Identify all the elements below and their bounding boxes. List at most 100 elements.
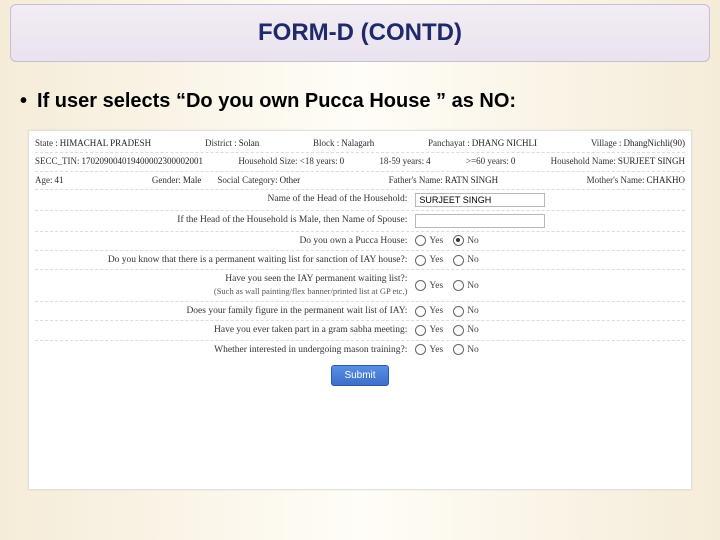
radio-icon bbox=[453, 325, 464, 336]
no-label: No bbox=[467, 280, 479, 292]
seen-no-radio[interactable]: No bbox=[453, 280, 479, 292]
village-value: DhangNichli(90) bbox=[624, 138, 685, 149]
mason-row: Whether interested in undergoing mason t… bbox=[35, 341, 685, 359]
radio-icon bbox=[415, 280, 426, 291]
panchayat-value: DHANG NICHLI bbox=[472, 138, 537, 149]
seen-yes-radio[interactable]: Yes bbox=[415, 280, 443, 292]
no-label: No bbox=[467, 344, 479, 356]
age60-cell: >=60 years:0 bbox=[466, 156, 515, 167]
social-cell: Social Category:Other bbox=[217, 175, 300, 186]
state-cell: State :HIMACHAL PRADESH bbox=[35, 138, 151, 149]
seen-label-text: Have you seen the IAY permanent waiting … bbox=[225, 274, 407, 284]
head-label: Name of the Head of the Household: bbox=[35, 193, 415, 207]
wait-no-radio[interactable]: No bbox=[453, 254, 479, 266]
form-screenshot: State :HIMACHAL PRADESH District :Solan … bbox=[28, 130, 692, 490]
pucca-row: Do you own a Pucca House: Yes No bbox=[35, 232, 685, 251]
pucca-no-radio[interactable]: No bbox=[453, 235, 479, 247]
age-label: Age: bbox=[35, 175, 53, 186]
panchayat-label: Panchayat : bbox=[428, 138, 470, 149]
pucca-yes-radio[interactable]: Yes bbox=[415, 235, 443, 247]
hhsize-value: 0 bbox=[340, 156, 345, 167]
radio-icon bbox=[415, 235, 426, 246]
submit-row: Submit bbox=[35, 359, 685, 386]
gram-label: Have you ever taken part in a gram sabha… bbox=[35, 324, 415, 336]
hhsize-cell: Household Size: <18 years:0 bbox=[238, 156, 344, 167]
age1859-value: 4 bbox=[426, 156, 431, 167]
radio-icon bbox=[453, 306, 464, 317]
no-label: No bbox=[467, 254, 479, 266]
no-label: No bbox=[467, 235, 479, 247]
yes-label: Yes bbox=[429, 235, 443, 247]
gender-label: Gender: bbox=[152, 175, 181, 186]
bullet-text: If user selects “Do you own Pucca House … bbox=[37, 90, 516, 112]
no-label: No bbox=[467, 324, 479, 336]
gram-no-radio[interactable]: No bbox=[453, 324, 479, 336]
mason-no-radio[interactable]: No bbox=[453, 344, 479, 356]
seen-sublabel: (Such as wall painting/flex banner/print… bbox=[214, 286, 407, 296]
head-row: Name of the Head of the Household: bbox=[35, 190, 685, 211]
no-label: No bbox=[467, 305, 479, 317]
figure-yes-radio[interactable]: Yes bbox=[415, 305, 443, 317]
mother-cell: Mother's Name:CHAKHO bbox=[587, 175, 685, 186]
gram-row: Have you ever taken part in a gram sabha… bbox=[35, 321, 685, 340]
wait-label: Do you know that there is a permanent wa… bbox=[35, 254, 415, 266]
yes-label: Yes bbox=[429, 254, 443, 266]
hhname-cell: Household Name:SURJEET SINGH bbox=[551, 156, 685, 167]
radio-icon bbox=[453, 235, 464, 246]
head-input[interactable] bbox=[415, 193, 545, 207]
state-label: State : bbox=[35, 138, 58, 149]
title-bar: FORM-D (CONTD) bbox=[10, 4, 710, 62]
father-value: RATN SINGH bbox=[445, 175, 498, 186]
district-cell: District :Solan bbox=[205, 138, 259, 149]
social-value: Other bbox=[280, 175, 301, 186]
yes-label: Yes bbox=[429, 324, 443, 336]
spouse-row: If the Head of the Household is Male, th… bbox=[35, 211, 685, 232]
block-label: Block : bbox=[313, 138, 339, 149]
district-value: Solan bbox=[239, 138, 260, 149]
bullet-dot: • bbox=[20, 90, 27, 113]
radio-icon bbox=[415, 325, 426, 336]
title-text: FORM-D (CONTD) bbox=[258, 19, 462, 47]
pucca-label: Do you own a Pucca House: bbox=[35, 235, 415, 247]
hhname-value: SURJEET SINGH bbox=[618, 156, 685, 167]
tin-label: SECC_TIN: bbox=[35, 156, 80, 167]
state-value: HIMACHAL PRADESH bbox=[60, 138, 151, 149]
radio-icon bbox=[415, 344, 426, 355]
yes-label: Yes bbox=[429, 344, 443, 356]
radio-icon bbox=[453, 344, 464, 355]
wait-row: Do you know that there is a permanent wa… bbox=[35, 251, 685, 270]
age1859-cell: 18-59 years:4 bbox=[379, 156, 430, 167]
yes-label: Yes bbox=[429, 280, 443, 292]
mason-label: Whether interested in undergoing mason t… bbox=[35, 344, 415, 356]
district-label: District : bbox=[205, 138, 237, 149]
yes-label: Yes bbox=[429, 305, 443, 317]
age-cell: Age:41 bbox=[35, 175, 64, 186]
seen-row: Have you seen the IAY permanent waiting … bbox=[35, 270, 685, 302]
radio-icon bbox=[453, 255, 464, 266]
father-cell: Father's Name:RATN SINGH bbox=[389, 175, 499, 186]
hhsize-label: Household Size: <18 years: bbox=[238, 156, 337, 167]
village-cell: Village :DhangNichli(90) bbox=[591, 138, 685, 149]
radio-icon bbox=[415, 255, 426, 266]
father-label: Father's Name: bbox=[389, 175, 443, 186]
mason-yes-radio[interactable]: Yes bbox=[415, 344, 443, 356]
social-label: Social Category: bbox=[217, 175, 277, 186]
block-value: Nalagarh bbox=[341, 138, 374, 149]
slide: FORM-D (CONTD) • If user selects “Do you … bbox=[0, 0, 720, 540]
seen-label: Have you seen the IAY permanent waiting … bbox=[35, 273, 415, 298]
figure-label: Does your family figure in the permanent… bbox=[35, 305, 415, 317]
mother-label: Mother's Name: bbox=[587, 175, 645, 186]
figure-no-radio[interactable]: No bbox=[453, 305, 479, 317]
radio-icon bbox=[453, 280, 464, 291]
village-label: Village : bbox=[591, 138, 622, 149]
gender-value: Male bbox=[183, 175, 202, 186]
age1859-label: 18-59 years: bbox=[379, 156, 424, 167]
info-row-1: State :HIMACHAL PRADESH District :Solan … bbox=[35, 135, 685, 153]
age60-label: >=60 years: bbox=[466, 156, 509, 167]
spouse-input[interactable] bbox=[415, 214, 545, 228]
info-row-2: SECC_TIN:170209004019400002300002001 Hou… bbox=[35, 153, 685, 171]
wait-yes-radio[interactable]: Yes bbox=[415, 254, 443, 266]
gram-yes-radio[interactable]: Yes bbox=[415, 324, 443, 336]
submit-button[interactable]: Submit bbox=[331, 365, 388, 386]
tin-cell: SECC_TIN:170209004019400002300002001 bbox=[35, 156, 203, 167]
